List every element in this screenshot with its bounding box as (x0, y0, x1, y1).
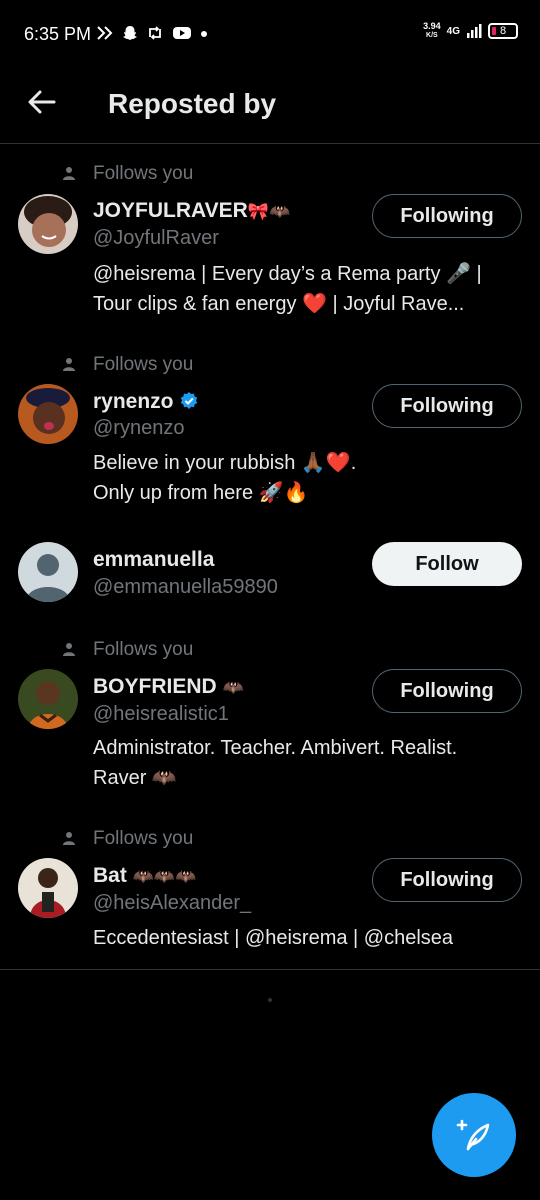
network-speed: 3.94 K/S (423, 21, 441, 40)
user-handle: @emmanuella59890 (93, 576, 278, 598)
display-name: rynenzo (93, 390, 199, 414)
user-handle: @JoyfulRaver (93, 227, 219, 249)
user-handle: @heisAlexander_ (93, 892, 252, 914)
following-button[interactable]: Following (372, 384, 522, 428)
user-handle: @rynenzo (93, 417, 185, 439)
snapchat-icon (123, 26, 137, 40)
back-button[interactable] (24, 84, 60, 120)
display-name: Bat 🦇🦇🦇 (93, 864, 197, 887)
compose-post-button[interactable] (432, 1093, 516, 1177)
status-right-icons: 3.94 K/S 4G 8 (423, 22, 518, 40)
display-name: JOYFULRAVER🎀🦇 (93, 199, 291, 222)
more-dot-icon (201, 31, 207, 37)
following-button[interactable]: Following (372, 194, 522, 238)
status-bar: 6:35 PM 3.94 K/S 4G 8 (0, 0, 540, 70)
user-bio: Believe in your rubbish 🙏🏾❤️. Only up fr… (93, 452, 357, 504)
avatar[interactable] (18, 194, 78, 254)
follows-you-label: Follows you (93, 354, 194, 375)
display-name: BOYFRIEND 🦇 (93, 675, 244, 698)
follow-button[interactable]: Follow (372, 542, 522, 586)
follows-you-label: Follows you (93, 828, 194, 849)
battery-icon: 8 (488, 23, 518, 39)
following-button[interactable]: Following (372, 858, 522, 902)
user-bio: Eccedentesiast | @heisrema | @chelsea (93, 927, 454, 949)
status-time: 6:35 PM (24, 24, 92, 44)
signal-icon (467, 24, 482, 38)
display-name: emmanuella (93, 548, 215, 571)
person-icon (63, 643, 75, 656)
arrow-left-icon (28, 90, 56, 114)
default-avatar-icon (18, 542, 78, 602)
user-handle: @heisrealistic1 (93, 703, 229, 725)
verified-badge-icon (181, 392, 198, 409)
user-bio: @heisrema | Every day’s a Rema party 🎤 |… (93, 263, 482, 315)
following-button[interactable]: Following (372, 669, 522, 713)
youtube-icon (173, 27, 191, 39)
boomplay-icon (97, 26, 113, 40)
person-icon (63, 167, 75, 180)
avatar[interactable] (18, 669, 78, 729)
person-icon (63, 832, 75, 845)
compose-feather-icon (456, 1119, 490, 1151)
status-notification-icons (96, 25, 208, 41)
avatar[interactable] (18, 384, 78, 444)
avatar[interactable] (18, 542, 78, 602)
list-end-divider (0, 969, 540, 970)
follows-you-label: Follows you (93, 163, 194, 184)
avatar[interactable] (18, 858, 78, 918)
follows-you-label: Follows you (93, 639, 194, 660)
person-icon (63, 358, 75, 371)
page-title: Reposted by (108, 88, 277, 119)
network-type: 4G (446, 25, 460, 37)
header: Reposted by (0, 70, 540, 144)
loading-indicator (268, 998, 272, 1002)
user-bio: Administrator. Teacher. Ambivert. Realis… (93, 737, 458, 789)
repost-icon (149, 26, 161, 40)
